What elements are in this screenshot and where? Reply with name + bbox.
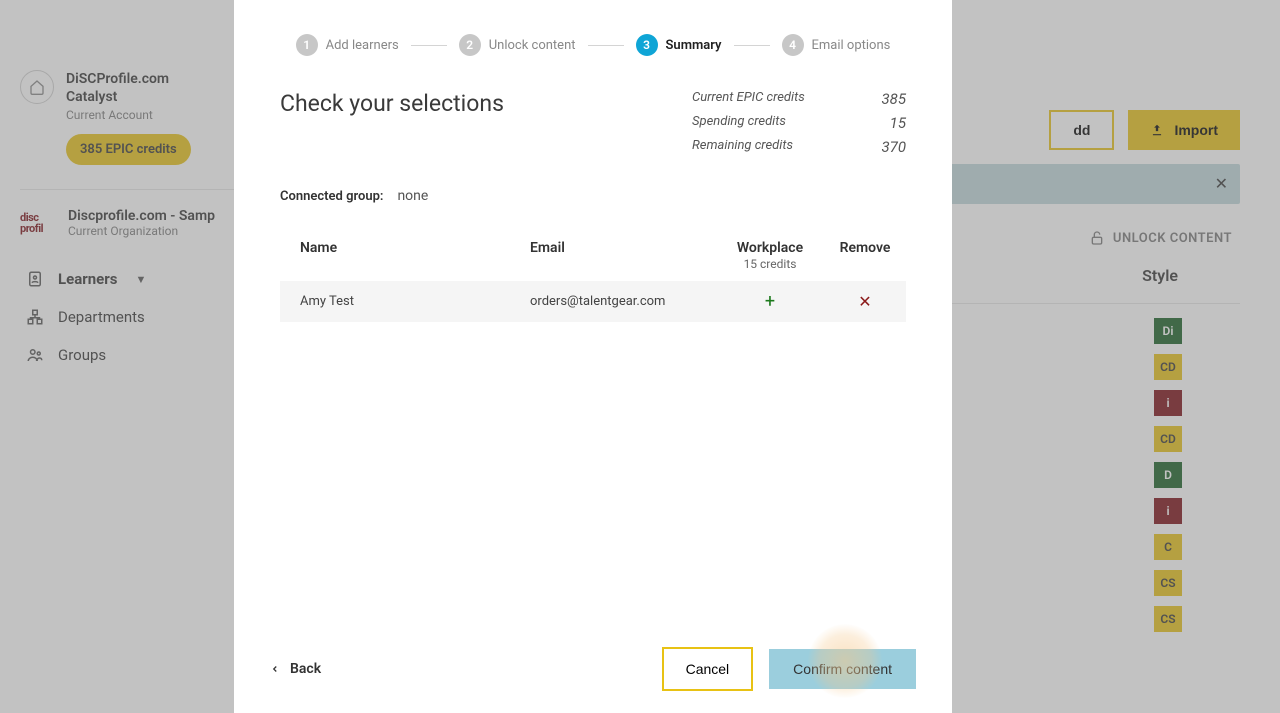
step-number: 2 — [459, 34, 481, 56]
current-credits-label: Current EPIC credits — [692, 90, 832, 108]
connected-group-label: Connected group: — [280, 189, 383, 204]
learner-name: Amy Test — [300, 294, 530, 309]
summary-modal: 1 Add learners 2 Unlock content 3 Summar… — [234, 0, 952, 713]
step-unlock-content[interactable]: 2 Unlock content — [459, 34, 576, 56]
step-add-learners[interactable]: 1 Add learners — [296, 34, 399, 56]
step-number: 3 — [636, 34, 658, 56]
confirm-content-button[interactable]: Confirm content — [769, 649, 916, 689]
back-button[interactable]: Back — [270, 661, 321, 677]
remaining-credits-value: 370 — [872, 138, 906, 156]
table-row: Amy Test orders@talentgear.com + ✕ — [280, 281, 906, 322]
step-connector — [734, 45, 770, 46]
spending-credits-value: 15 — [872, 114, 906, 132]
step-connector — [588, 45, 624, 46]
back-label: Back — [290, 661, 321, 677]
step-email-options[interactable]: 4 Email options — [782, 34, 891, 56]
current-credits-value: 385 — [872, 90, 906, 108]
remove-icon[interactable]: ✕ — [820, 292, 910, 311]
spending-credits-label: Spending credits — [692, 114, 832, 132]
step-connector — [411, 45, 447, 46]
chevron-left-icon — [270, 662, 280, 676]
remaining-credits-label: Remaining credits — [692, 138, 832, 156]
stepper: 1 Add learners 2 Unlock content 3 Summar… — [234, 0, 952, 74]
name-header: Name — [300, 240, 530, 271]
workplace-subheader: 15 credits — [720, 257, 820, 271]
learners-table: Name Email Workplace 15 credits Remove A… — [280, 232, 906, 322]
workplace-header: Workplace — [720, 240, 820, 257]
step-number: 1 — [296, 34, 318, 56]
step-label: Unlock content — [489, 38, 576, 53]
step-number: 4 — [782, 34, 804, 56]
step-summary[interactable]: 3 Summary — [636, 34, 722, 56]
connected-group-value: none — [397, 188, 428, 204]
cancel-button[interactable]: Cancel — [662, 647, 754, 691]
workplace-add-icon[interactable]: + — [720, 291, 820, 312]
credits-summary: Current EPIC credits 385 Spending credit… — [692, 90, 906, 156]
step-label: Summary — [666, 38, 722, 53]
step-label: Add learners — [326, 38, 399, 53]
email-header: Email — [530, 240, 720, 271]
step-label: Email options — [812, 38, 891, 53]
modal-title: Check your selections — [280, 90, 504, 117]
learner-email: orders@talentgear.com — [530, 294, 720, 309]
remove-header: Remove — [820, 240, 910, 271]
